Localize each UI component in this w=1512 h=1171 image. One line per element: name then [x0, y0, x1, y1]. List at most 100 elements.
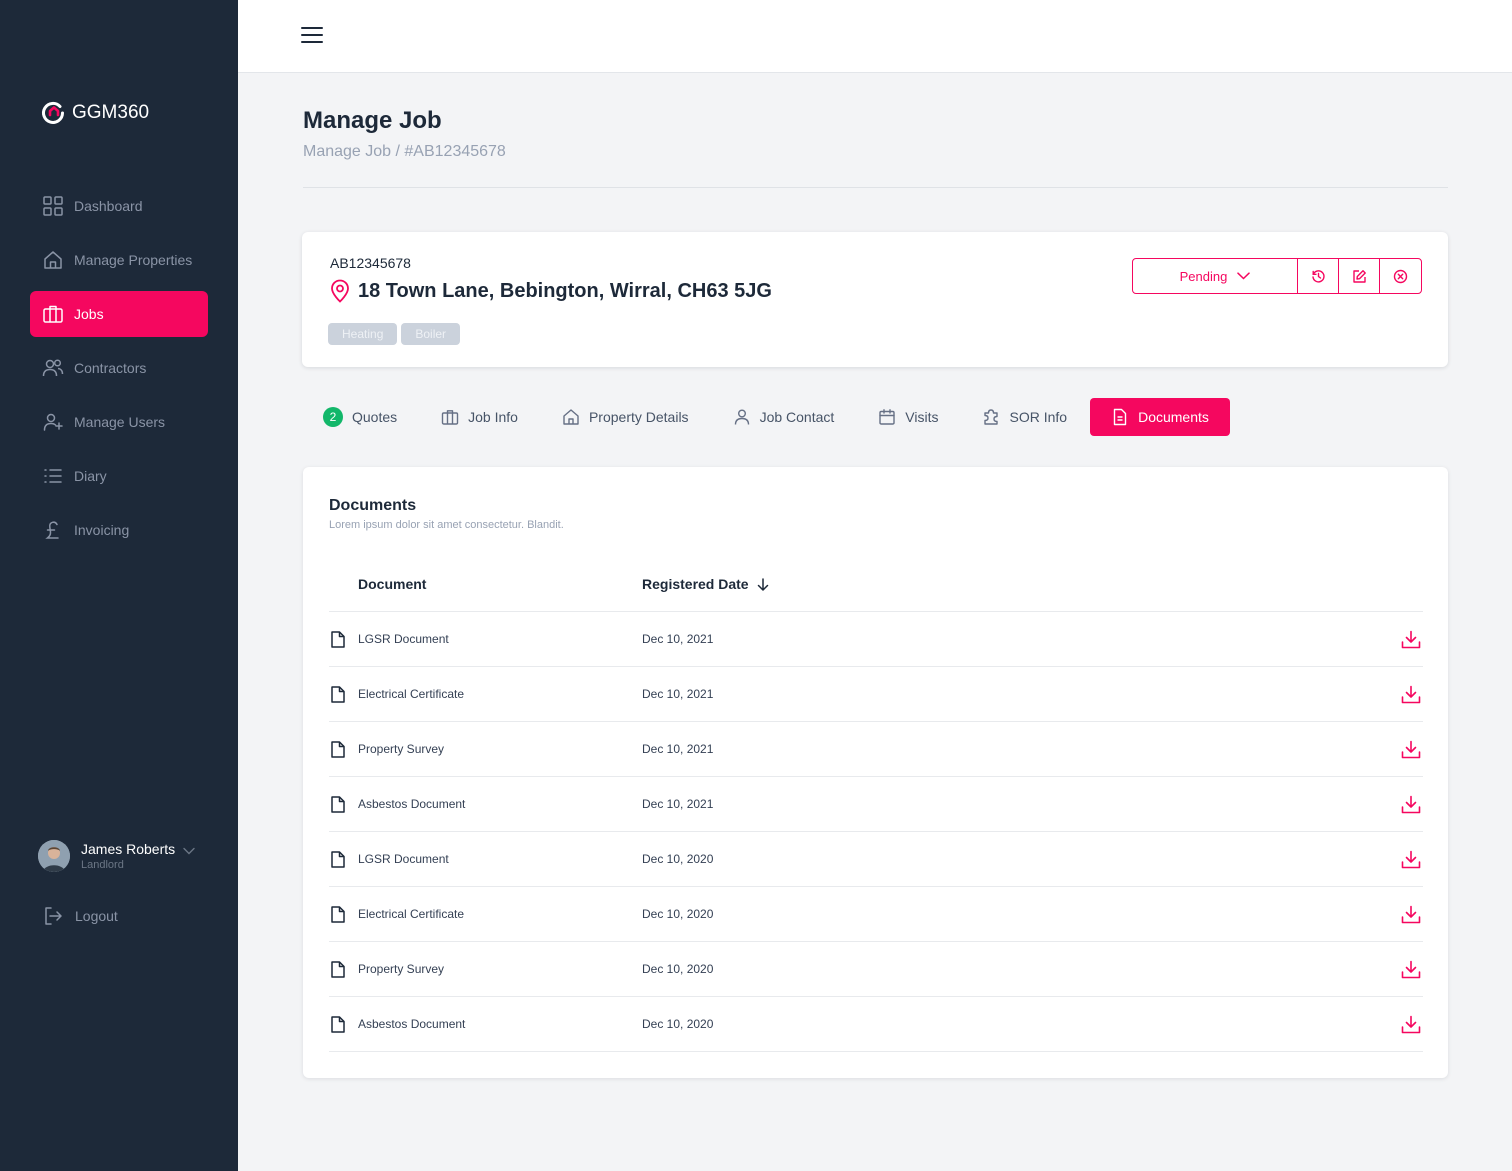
column-header-label: Registered Date	[642, 576, 749, 592]
sidebar-item-label: Diary	[74, 468, 107, 484]
file-icon	[331, 850, 345, 868]
grid-icon	[43, 196, 63, 216]
table-body: LGSR Document Dec 10, 2021 Electrical Ce…	[329, 612, 1423, 1052]
sidebar-item-dashboard[interactable]: Dashboard	[30, 183, 208, 229]
brand-logo[interactable]: GGM360	[40, 100, 149, 126]
download-button[interactable]	[1399, 630, 1421, 649]
tab-label: Documents	[1138, 409, 1209, 425]
tag-boiler: Boiler	[401, 323, 461, 345]
document-name[interactable]: Property Survey	[358, 742, 642, 756]
download-button[interactable]	[1399, 795, 1421, 814]
column-header-document: Document	[358, 576, 427, 592]
document-name[interactable]: Electrical Certificate	[358, 907, 642, 921]
job-actions: Pending	[1132, 258, 1422, 294]
job-tags: Heating Boiler	[328, 323, 461, 345]
download-icon	[1401, 630, 1421, 648]
tab-visits[interactable]: Visits	[878, 398, 938, 436]
download-button[interactable]	[1399, 960, 1421, 979]
users-icon	[42, 359, 64, 377]
history-button[interactable]	[1298, 259, 1339, 293]
tab-property-details[interactable]: Property Details	[562, 398, 689, 436]
status-dropdown[interactable]: Pending	[1133, 259, 1298, 293]
header-divider	[303, 187, 1448, 188]
sidebar-item-contractors[interactable]: Contractors	[30, 345, 208, 391]
download-icon	[1401, 795, 1421, 813]
sidebar-item-label: Dashboard	[74, 198, 143, 214]
sidebar-item-diary[interactable]: Diary	[30, 453, 208, 499]
sidebar-item-invoicing[interactable]: Invoicing	[30, 507, 208, 553]
table-row: Electrical Certificate Dec 10, 2020	[329, 887, 1423, 942]
documents-subtitle: Lorem ipsum dolor sit amet consectetur. …	[329, 519, 564, 531]
table-row: LGSR Document Dec 10, 2020	[329, 832, 1423, 887]
tab-documents[interactable]: Documents	[1090, 398, 1230, 436]
file-icon	[331, 740, 345, 758]
file-icon	[331, 630, 345, 648]
logout-button[interactable]: Logout	[42, 905, 118, 927]
tab-sor-info[interactable]: SOR Info	[982, 398, 1067, 436]
briefcase-icon	[43, 305, 63, 323]
user-menu[interactable]: James Roberts Landlord	[38, 840, 198, 872]
tab-label: Job Contact	[759, 409, 835, 425]
cancel-job-button[interactable]	[1380, 259, 1421, 293]
table-row: Asbestos Document Dec 10, 2020	[329, 997, 1423, 1052]
sidebar-item-label: Manage Properties	[74, 252, 193, 268]
history-icon	[1311, 269, 1325, 283]
tab-label: Property Details	[588, 409, 689, 425]
sidebar-item-manage-properties[interactable]: Manage Properties	[30, 237, 208, 283]
map-pin-icon	[331, 279, 349, 303]
download-icon	[1401, 740, 1421, 758]
document-icon	[1113, 408, 1127, 426]
document-name[interactable]: LGSR Document	[358, 632, 642, 646]
download-button[interactable]	[1399, 740, 1421, 759]
user-name: James Roberts	[81, 841, 176, 857]
sidebar-item-label: Jobs	[74, 306, 104, 322]
document-name[interactable]: LGSR Document	[358, 852, 642, 866]
document-name[interactable]: Asbestos Document	[358, 797, 642, 811]
sidebar-nav: Dashboard Manage Properties Jobs Contrac…	[30, 183, 208, 561]
registered-date: Dec 10, 2021	[642, 742, 714, 756]
brand-name: GGM360	[72, 102, 150, 123]
download-button[interactable]	[1399, 850, 1421, 869]
document-name[interactable]: Property Survey	[358, 962, 642, 976]
logout-icon	[45, 907, 62, 925]
tab-label: Visits	[905, 409, 939, 425]
file-icon	[331, 960, 345, 978]
document-name[interactable]: Asbestos Document	[358, 1017, 642, 1031]
tab-quotes[interactable]: 2 Quotes	[323, 398, 397, 436]
edit-button[interactable]	[1339, 259, 1380, 293]
job-address-text: 18 Town Lane, Bebington, Wirral, CH63 5J…	[358, 279, 772, 302]
download-icon	[1401, 960, 1421, 978]
home-icon	[563, 409, 579, 425]
sidebar-item-label: Invoicing	[74, 522, 130, 538]
documents-table: Document Registered Date LGSR Document D…	[329, 557, 1423, 1052]
logout-label: Logout	[75, 908, 118, 924]
pound-icon	[45, 521, 59, 539]
briefcase-icon	[441, 410, 459, 425]
file-icon	[331, 795, 345, 813]
column-header-registered-date[interactable]: Registered Date	[642, 576, 769, 592]
sidebar: GGM360 Dashboard Manage Properties Jobs …	[0, 0, 238, 1171]
chevron-down-icon	[1237, 272, 1251, 280]
table-row: Electrical Certificate Dec 10, 2021	[329, 667, 1423, 722]
download-button[interactable]	[1399, 1015, 1421, 1034]
hamburger-menu-icon[interactable]	[301, 25, 323, 45]
avatar	[38, 840, 70, 872]
tag-heating: Heating	[328, 323, 398, 345]
breadcrumb[interactable]: Manage Job / #AB12345678	[303, 143, 506, 161]
user-plus-icon	[43, 413, 63, 431]
job-summary-card: AB12345678 18 Town Lane, Bebington, Wirr…	[302, 232, 1448, 367]
file-icon	[331, 685, 345, 703]
file-icon	[331, 1015, 345, 1033]
document-name[interactable]: Electrical Certificate	[358, 687, 642, 701]
sidebar-item-manage-users[interactable]: Manage Users	[30, 399, 208, 445]
tab-job-contact[interactable]: Job Contact	[733, 398, 835, 436]
download-button[interactable]	[1399, 905, 1421, 924]
documents-card: Documents Lorem ipsum dolor sit amet con…	[303, 467, 1448, 1078]
tab-job-info[interactable]: Job Info	[441, 398, 518, 436]
download-button[interactable]	[1399, 685, 1421, 704]
calendar-icon	[879, 409, 895, 425]
sidebar-item-jobs[interactable]: Jobs	[30, 291, 208, 337]
download-icon	[1401, 905, 1421, 923]
file-icon	[331, 905, 345, 923]
tab-label: Quotes	[352, 409, 398, 425]
